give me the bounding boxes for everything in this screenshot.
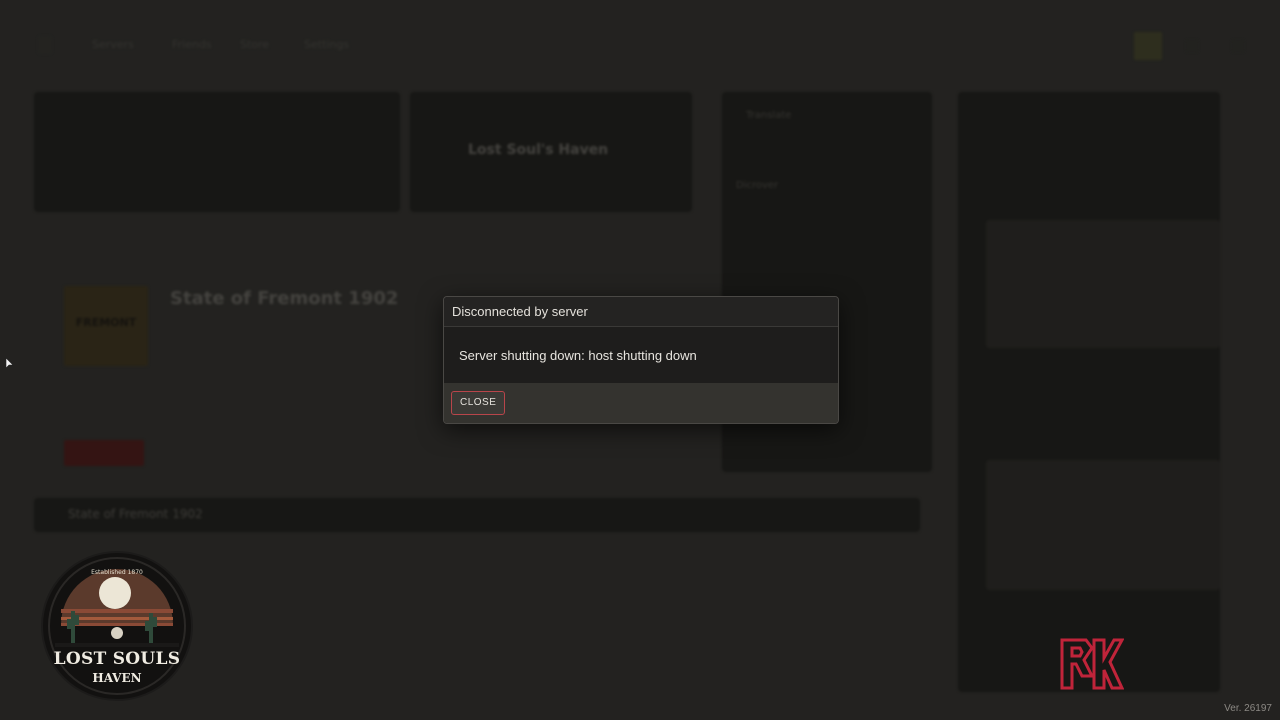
dialog-message: Server shutting down: host shutting down [459,347,697,363]
mouse-cursor-icon [6,358,14,369]
disconnect-dialog: Disconnected by server Server shutting d… [443,296,839,424]
badge-name-line2: HAVEN [92,671,142,685]
dialog-title: Disconnected by server [444,297,838,327]
version-label: Ver. 26197 [1224,703,1272,714]
badge-established: Established 1870 [91,569,143,576]
dialog-footer: CLOSE [444,383,838,423]
rk-logo-icon [1060,638,1124,690]
close-button[interactable]: CLOSE [451,391,506,415]
lost-souls-haven-logo: Established 1870 LOST SOULS HAVEN [41,551,193,701]
badge-name-line1: LOST SOULS [53,649,181,669]
